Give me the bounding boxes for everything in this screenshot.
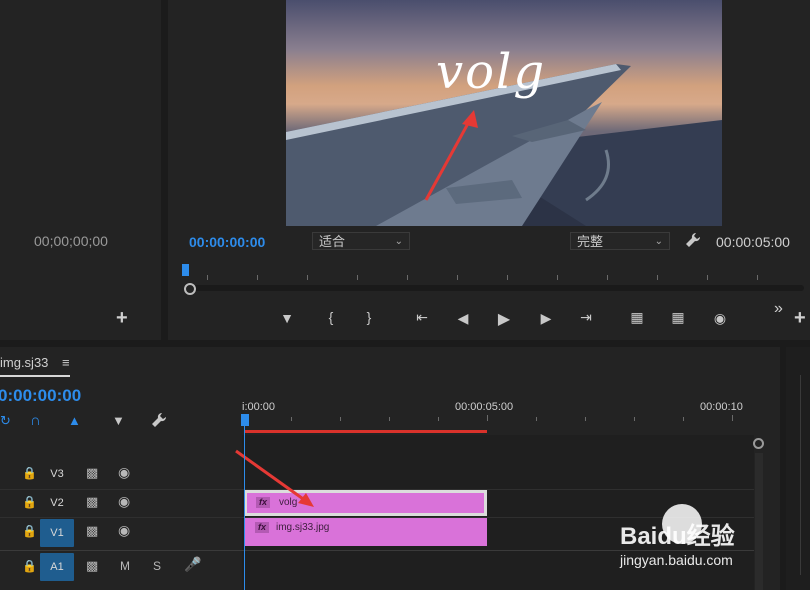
chevron-down-icon: ⌄	[654, 236, 663, 247]
track-row-v2: 🔒 V2 ▩ ◉	[0, 489, 242, 517]
extract-icon[interactable]: ▦	[668, 309, 688, 326]
program-duration-timecode: 00:00:05:00	[716, 234, 790, 250]
sync-lock-icon[interactable]: ▩	[86, 523, 98, 539]
sequence-name: img.sj33	[0, 355, 49, 370]
program-monitor-panel: volg 00:00:00:00 适合 ⌄ 完整 ⌄ 00:00:05:00 ▼…	[168, 0, 810, 340]
camera-icon[interactable]: ◉	[710, 310, 730, 327]
track-row-a1: 🔒 A1 ▩ M S 🎤	[0, 553, 242, 581]
timeline-playhead-line[interactable]	[244, 426, 245, 590]
lock-icon[interactable]: 🔒	[22, 466, 37, 480]
timeline-playhead-head[interactable]	[241, 414, 249, 426]
eye-icon[interactable]: ◉	[118, 522, 130, 539]
sync-lock-icon[interactable]: ▩	[86, 558, 98, 574]
eye-icon[interactable]: ◉	[118, 493, 130, 510]
ruler-label-start: i:00:00	[242, 401, 276, 413]
linked-selection-icon[interactable]: ▲	[68, 413, 81, 428]
source-add-button[interactable]: +	[116, 307, 128, 330]
timeline-timecode[interactable]: 0:00:00:00	[0, 386, 81, 406]
lift-icon[interactable]: ▦	[627, 309, 647, 326]
quality-dropdown[interactable]: 完整 ⌄	[570, 232, 670, 250]
track-row-v3: 🔒 V3 ▩ ◉	[0, 460, 242, 488]
program-mini-ruler[interactable]	[182, 264, 802, 282]
sequence-tab-underline	[0, 375, 70, 377]
go-to-out-icon[interactable]: ⇥	[576, 309, 596, 326]
watermark-brand: Baidu经验	[620, 523, 735, 550]
track-label-v3[interactable]: V3	[44, 462, 70, 486]
track-row-v1: 🔒 V1 ▩ ◉	[0, 518, 242, 547]
clip-img-sj33[interactable]: fx img.sj33.jpg	[244, 518, 487, 546]
mark-out-icon[interactable]: }	[359, 309, 379, 325]
timeline-vscroll-handle[interactable]	[753, 438, 764, 449]
timeline-ruler[interactable]: i:00:00 00:00:05:00 00:00:10	[242, 395, 780, 435]
program-current-timecode[interactable]: 00:00:00:00	[189, 234, 265, 250]
render-status-bar	[244, 430, 487, 433]
sequence-tab[interactable]: img.sj33 ≡	[0, 355, 70, 370]
lock-icon[interactable]: 🔒	[22, 559, 37, 573]
lock-icon[interactable]: 🔒	[22, 524, 37, 538]
source-timecode[interactable]: 00;00;00;00	[34, 233, 108, 249]
program-video-frame: volg	[286, 0, 722, 226]
lock-icon[interactable]: 🔒	[22, 495, 37, 509]
step-back-icon[interactable]: ◀	[453, 310, 473, 327]
eye-icon[interactable]: ◉	[118, 464, 130, 481]
nest-icon[interactable]: ↻	[0, 413, 11, 429]
fx-badge: fx	[255, 522, 269, 533]
quality-dropdown-value: 完整	[577, 234, 604, 249]
watermark-url: jingyan.baidu.com	[620, 552, 733, 568]
zoom-scrollbar-handle[interactable]	[184, 283, 196, 295]
zoom-scrollbar[interactable]	[184, 285, 804, 291]
red-annotation-arrow	[424, 110, 478, 201]
ruler-label-10s: 00:00:10	[700, 401, 743, 413]
program-add-button[interactable]: +	[794, 307, 806, 330]
panel-menu-icon[interactable]: ≡	[62, 355, 70, 370]
microphone-icon[interactable]: 🎤	[184, 556, 201, 573]
add-marker-icon[interactable]: ▼	[112, 413, 125, 428]
mark-in-icon[interactable]: {	[321, 309, 341, 325]
more-controls-button[interactable]: »	[774, 300, 783, 318]
mute-button[interactable]: M	[120, 559, 130, 573]
chevron-down-icon: ⌄	[394, 236, 403, 247]
timeline-settings-wrench-icon[interactable]	[150, 411, 168, 429]
fit-dropdown-value: 适合	[319, 234, 346, 249]
fit-dropdown[interactable]: 适合 ⌄	[312, 232, 410, 250]
play-icon[interactable]: ▶	[494, 309, 514, 329]
step-forward-icon[interactable]: ▶	[536, 310, 556, 327]
snap-magnet-icon[interactable]: ∩	[30, 412, 41, 429]
track-label-a1[interactable]: A1	[40, 553, 74, 581]
track-label-v2[interactable]: V2	[44, 491, 70, 515]
source-monitor-panel: 00;00;00;00 +	[0, 0, 161, 340]
wrench-icon[interactable]	[684, 231, 702, 249]
solo-button[interactable]: S	[153, 559, 161, 573]
track-label-v1[interactable]: V1	[40, 519, 74, 547]
red-annotation-arrow-timeline	[235, 449, 314, 507]
sync-lock-icon[interactable]: ▩	[86, 465, 98, 481]
baidu-watermark: Baidu经验 jingyan.baidu.com	[600, 500, 805, 580]
go-to-in-icon[interactable]: ⇤	[412, 309, 432, 326]
sync-lock-icon[interactable]: ▩	[86, 494, 98, 510]
clip-name-img: img.sj33.jpg	[276, 522, 330, 533]
playhead-marker[interactable]	[182, 264, 189, 276]
add-marker-icon[interactable]: ▼	[277, 310, 297, 326]
ruler-label-5s: 00:00:05:00	[455, 401, 514, 413]
